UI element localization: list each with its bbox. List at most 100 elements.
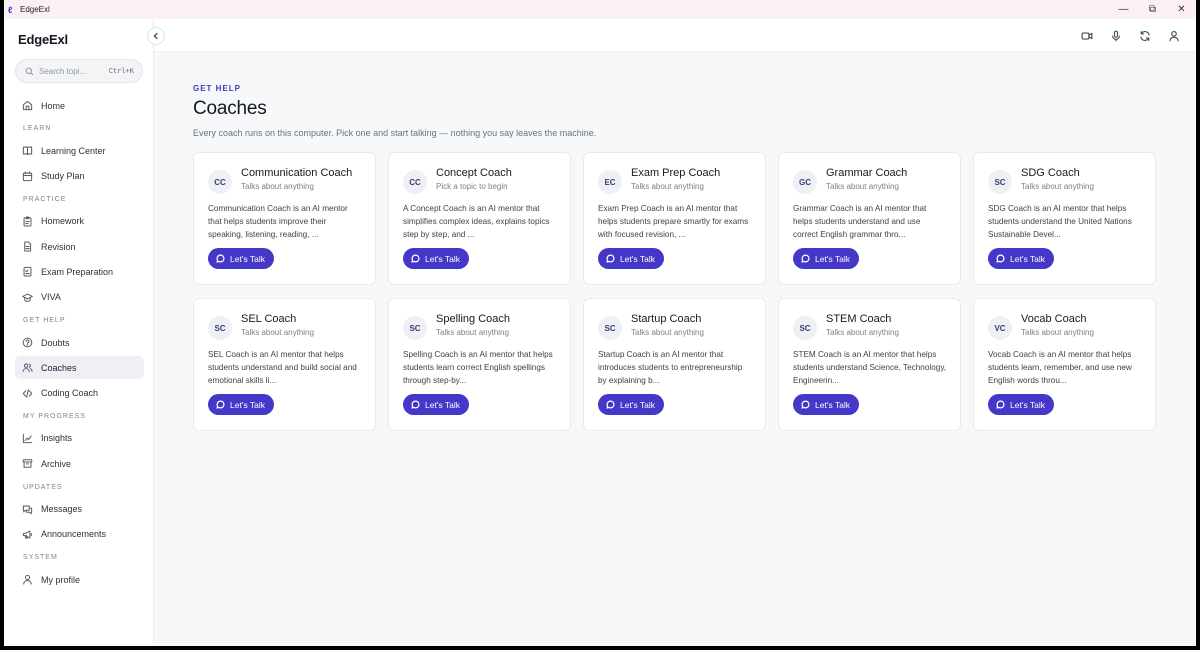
profile-button[interactable] (1164, 26, 1184, 46)
search-icon (25, 67, 34, 75)
lets-talk-label: Let's Talk (425, 399, 461, 410)
sidebar-item-messages[interactable]: Messages (15, 498, 144, 521)
help-circle-icon (22, 337, 33, 348)
clipboard-icon (23, 216, 32, 227)
sidebar-item-doubts[interactable]: Doubts (15, 331, 144, 354)
coach-card[interactable]: SC Startup Coach Talks about anything Start… (583, 298, 766, 431)
coach-card[interactable]: EC Exam Prep Coach Talks about anything Exa… (583, 152, 766, 285)
lets-talk-label: Let's Talk (1010, 399, 1046, 410)
sidebar-item-learning-center[interactable]: Learning Center (15, 139, 144, 162)
sidebar-item-announcements[interactable]: Announcements (15, 523, 144, 546)
coach-name: SDG Coach (1021, 167, 1080, 179)
lets-talk-label: Let's Talk (620, 253, 656, 264)
lets-talk-button[interactable]: Let's Talk (598, 248, 665, 269)
sidebar-item-label: Learning Center (41, 145, 106, 156)
coach-description: Vocab Coach is an AI mentor that helps s… (988, 350, 1132, 386)
lets-talk-button[interactable]: Let's Talk (208, 394, 275, 415)
close-icon[interactable]: ✕ (1167, 0, 1196, 19)
coach-description: SEL Coach is an AI mentor that helps stu… (208, 350, 357, 386)
coach-subtitle: Talks about anything (631, 328, 704, 337)
search-placeholder: Search topi... (39, 66, 87, 76)
users-icon (22, 363, 33, 373)
coach-card[interactable]: CC Concept Coach Pick a topic to begin A Co… (388, 152, 571, 285)
main-content: GET HELP Coaches Every coach runs on thi… (193, 84, 1163, 431)
coach-card[interactable]: SC SDG Coach Talks about anything SDG Coach… (973, 152, 1156, 285)
app-logo-icon: ℓ (8, 4, 13, 15)
coaches-grid: CC Communication Coach Talks about anythin… (193, 152, 1158, 431)
lets-talk-button[interactable]: Let's Talk (793, 248, 860, 269)
chat-bubble-icon (801, 254, 810, 263)
sidebar-item-study-plan[interactable]: Study Plan (15, 165, 144, 188)
collapse-sidebar-button[interactable] (147, 27, 165, 45)
search-input[interactable]: Search topi... Ctrl+K (15, 59, 143, 83)
coach-avatar: SC (208, 316, 232, 340)
chat-bubble-icon (801, 400, 810, 409)
lets-talk-label: Let's Talk (815, 399, 851, 410)
chevron-left-icon (153, 32, 158, 40)
coach-description: A Concept Coach is an AI mentor that sim… (403, 204, 550, 240)
graduation-cap-icon (22, 293, 33, 302)
coach-card[interactable]: CC Communication Coach Talks about anythin… (193, 152, 376, 285)
coach-card[interactable]: GC Grammar Coach Talks about anything Gramm… (778, 152, 961, 285)
coach-subtitle: Talks about anything (826, 328, 899, 337)
coach-avatar: VC (988, 316, 1012, 340)
coach-description: Grammar Coach is an AI mentor that helps… (793, 204, 927, 240)
sidebar-item-revision[interactable]: Revision (15, 235, 144, 258)
coach-subtitle: Talks about anything (631, 182, 704, 191)
coach-avatar: SC (988, 170, 1012, 194)
page-description: Every coach runs on this computer. Pick … (193, 128, 597, 138)
lets-talk-label: Let's Talk (230, 399, 266, 410)
sidebar-item-insights[interactable]: Insights (15, 427, 144, 450)
chat-bubble-icon (606, 400, 615, 409)
sidebar-item-home[interactable]: Home (15, 94, 144, 117)
video-button[interactable] (1077, 26, 1097, 46)
sidebar-section-heading: GET HELP (23, 317, 66, 325)
page-title: Coaches (193, 98, 267, 119)
coach-name: Communication Coach (241, 167, 353, 179)
sidebar-section-heading: PRACTICE (23, 195, 67, 203)
video-icon (1081, 32, 1093, 40)
sidebar-item-coding-coach[interactable]: Coding Coach (15, 382, 144, 405)
coach-subtitle: Talks about anything (1021, 182, 1094, 191)
coach-avatar: EC (598, 170, 622, 194)
minimize-icon[interactable]: — (1109, 0, 1138, 19)
section-eyebrow: GET HELP (193, 84, 242, 93)
sidebar-item-viva[interactable]: VIVA (15, 286, 144, 309)
sidebar-item-exam-preparation[interactable]: Exam Preparation (15, 260, 144, 283)
coach-card[interactable]: SC STEM Coach Talks about anything STEM Coa… (778, 298, 961, 431)
user-icon (1169, 30, 1179, 42)
user-icon (23, 575, 32, 585)
lets-talk-button[interactable]: Let's Talk (988, 248, 1055, 269)
lets-talk-button[interactable]: Let's Talk (403, 248, 470, 269)
sidebar-item-my-profile[interactable]: My profile (15, 568, 144, 591)
mic-button[interactable] (1106, 26, 1126, 46)
coach-subtitle: Pick a topic to begin (436, 182, 508, 191)
coach-subtitle: Talks about anything (241, 182, 314, 191)
home-icon (22, 100, 33, 111)
chat-bubble-icon (411, 400, 420, 409)
sidebar-item-homework[interactable]: Homework (15, 210, 144, 233)
maximize-icon[interactable]: ⧉ (1138, 0, 1167, 19)
sidebar-item-coaches[interactable]: Coaches (15, 356, 144, 380)
sidebar-section-heading: LEARN (23, 125, 52, 133)
coach-description: Communication Coach is an AI mentor that… (208, 204, 348, 240)
coach-card[interactable]: SC SEL Coach Talks about anything SEL Coach… (193, 298, 376, 431)
coach-card[interactable]: SC Spelling Coach Talks about anything Spel… (388, 298, 571, 431)
refresh-icon (1140, 30, 1150, 42)
sidebar-item-label: Revision (41, 241, 76, 252)
lets-talk-button[interactable]: Let's Talk (793, 394, 860, 415)
lets-talk-button[interactable]: Let's Talk (208, 248, 275, 269)
coach-description: SDG Coach is an AI mentor that helps stu… (988, 204, 1132, 240)
sidebar-item-archive[interactable]: Archive (15, 452, 144, 475)
lets-talk-button[interactable]: Let's Talk (598, 394, 665, 415)
coach-name: Concept Coach (436, 167, 512, 179)
coach-subtitle: Talks about anything (436, 328, 509, 337)
coach-card[interactable]: VC Vocab Coach Talks about anything Vocab C… (973, 298, 1156, 431)
refresh-button[interactable] (1135, 26, 1155, 46)
coach-avatar: SC (598, 316, 622, 340)
lets-talk-button[interactable]: Let's Talk (403, 394, 470, 415)
sidebar-item-label: Archive (41, 458, 72, 469)
megaphone-icon (22, 530, 33, 539)
coach-avatar: CC (208, 170, 232, 194)
lets-talk-button[interactable]: Let's Talk (988, 394, 1055, 415)
